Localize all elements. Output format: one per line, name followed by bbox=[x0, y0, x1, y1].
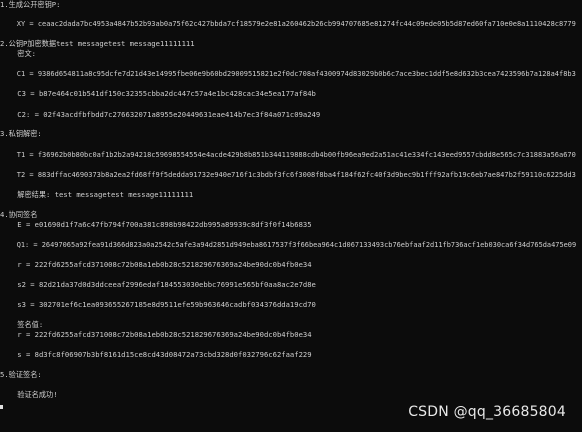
console-line: T1 = f36962b0b80bc0af1b2b2a94218c5969855… bbox=[0, 150, 576, 159]
console-line: s2 = 82d21da37d0d3ddceeaf2996edaf1845530… bbox=[0, 280, 316, 289]
console-line: 5.验证签名: bbox=[0, 370, 42, 379]
console-line: 解密结果: test messagetest message11111111 bbox=[0, 190, 194, 199]
console-line: 3.私钥解密: bbox=[0, 129, 42, 138]
console-line: 密文: bbox=[0, 49, 37, 58]
console-line: s = 8d3fc8f06907b3bf8161d15ce8cd43d08472… bbox=[0, 350, 312, 359]
console-line: T2 = 883dffac4690373b8a2ea2fd68ff9f5dedd… bbox=[0, 170, 576, 179]
console-line: 验证名成功! bbox=[0, 390, 58, 399]
console-line: C2: = 02f43acdfbfbdd7c276632071a8955e204… bbox=[0, 110, 321, 119]
console-line: 2.公钥P加密数据test messagetest message1111111… bbox=[0, 39, 195, 48]
console-line: XY = ceaac2dada7bc4953a4847b52b93ab0a75f… bbox=[0, 19, 576, 28]
text-cursor bbox=[0, 405, 3, 409]
console-window: 1.生成公开密钥P: XY = ceaac2dada7bc4953a4847b5… bbox=[0, 0, 582, 432]
csdn-watermark: CSDN @qq_36685804 bbox=[408, 404, 566, 420]
console-line: s3 = 302701ef6c1ea093655267185e8d9511efe… bbox=[0, 300, 316, 309]
console-line: r = 222fd6255afcd371008c72b08a1eb0b28c52… bbox=[0, 330, 312, 339]
console-line: 4.协同签名 bbox=[0, 210, 38, 219]
console-line: C3 = b87e464c01b541df150c32355cbba2dc447… bbox=[0, 89, 316, 98]
console-line: C1 = 9386d654811a8c95dcfe7d21d43e14995fb… bbox=[0, 69, 576, 78]
console-line: r = 222fd6255afcd371008c72b08a1eb0b28c52… bbox=[0, 260, 312, 269]
console-line: 签名值: bbox=[0, 320, 44, 329]
console-line: 1.生成公开密钥P: bbox=[0, 0, 61, 9]
console-line: E = e01690d1f7a6c47fb794f700a381c898b984… bbox=[0, 220, 312, 229]
console-line: Q1: = 26497065a92fea91d366d823a0a2542c5a… bbox=[0, 240, 577, 249]
